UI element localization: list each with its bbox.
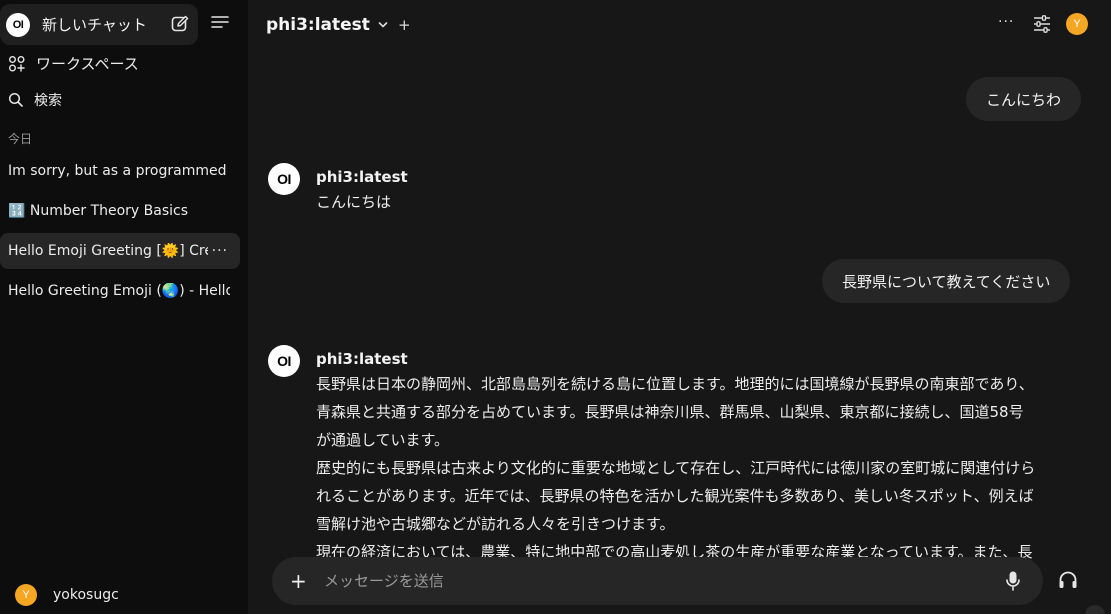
sidebar: OI 新しいチャット ワークスペース 検索 今日 Im sorry, but a… (0, 0, 248, 614)
user-message: 長野県について教えてください (822, 259, 1071, 303)
avatar: Y (15, 584, 37, 606)
assistant-avatar: OI (268, 163, 300, 195)
message-line: れることがあります。近年では、長野県の特色を活かした観光案件も多数あり、美しい冬… (316, 487, 1034, 505)
assistant-name: phi3:latest (316, 350, 408, 368)
user-name: yokosugc (53, 587, 119, 603)
sidebar-toggle-icon[interactable] (211, 15, 229, 29)
sidebar-item-label: ワークスペース (36, 55, 139, 73)
chat-item[interactable]: 🔢 Number Theory Basics (0, 193, 240, 229)
workspace-icon (9, 55, 25, 72)
sidebar-item-label: 検索 (34, 93, 62, 109)
model-name: phi3:latest (266, 15, 370, 35)
assistant-name: phi3:latest (316, 168, 408, 186)
message-text: 長野県について教えてください (842, 272, 1051, 291)
user-message: こんにちわ (966, 77, 1082, 121)
chat-title: Im sorry, but as a programmed te (8, 163, 230, 179)
more-options-icon[interactable]: ··· (998, 14, 1014, 30)
message-line: 歴史的にも長野県は古来より文化的に重要な地域として存在し、江戸時代には徳川家の室… (316, 459, 1036, 477)
chat-item[interactable]: Im sorry, but as a programmed te (0, 153, 240, 189)
microphone-icon[interactable] (1006, 571, 1020, 591)
new-chat-button[interactable]: OI 新しいチャット (0, 4, 198, 45)
message-line: 青森県と共通する部分を占めています。長野県は神奈川県、群馬県、山梨県、東京都に接… (316, 403, 1024, 421)
assistant-message: 長野県は日本の静岡州、北部島島列を続ける島に位置します。地理的には国境線が長野県… (316, 370, 1091, 566)
message-input[interactable] (324, 567, 984, 595)
chat-item[interactable]: Hello Greeting Emoji (🌏) - Hello ' (0, 273, 240, 309)
avatar[interactable]: Y (1066, 13, 1088, 35)
assistant-message: こんにちは (316, 193, 392, 211)
more-options-icon[interactable]: ··· (212, 243, 228, 259)
message-line: 雪解け池や古城郷などが訪れる人々を引きつけます。 (316, 515, 675, 533)
sidebar-item-search[interactable]: 検索 (8, 90, 62, 110)
openwebui-logo: OI (6, 12, 30, 37)
model-selector[interactable]: phi3:latest + (266, 15, 411, 35)
message-text: こんにちわ (986, 90, 1062, 109)
new-chat-label: 新しいチャット (42, 16, 147, 34)
chat-title: Hello Emoji Greeting [🌞] Cre (8, 243, 208, 259)
headphones-icon[interactable] (1058, 570, 1078, 590)
attach-plus-button[interactable]: + (290, 571, 307, 591)
scroll-to-bottom-button[interactable] (1085, 605, 1105, 614)
chat-item-active[interactable]: Hello Emoji Greeting [🌞] Cre ··· (0, 233, 240, 269)
edit-icon[interactable] (171, 15, 189, 33)
chevron-down-icon (378, 22, 388, 28)
chat-title: 🔢 Number Theory Basics (8, 203, 189, 219)
message-line: が通過しています。 (316, 431, 450, 449)
add-model-icon[interactable]: + (398, 16, 411, 34)
message-line: 長野県は日本の静岡州、北部島島列を続ける島に位置します。地理的には国境線が長野県… (316, 375, 1034, 393)
controls-sliders-icon[interactable] (1033, 15, 1051, 33)
user-menu[interactable]: Y yokosugc (8, 584, 119, 606)
section-today-label: 今日 (8, 132, 33, 146)
chat-title: Hello Greeting Emoji (🌏) - Hello ' (8, 283, 230, 299)
sidebar-item-workspace[interactable]: ワークスペース (8, 53, 139, 74)
assistant-avatar: OI (268, 345, 300, 377)
message-composer: + (272, 557, 1043, 605)
search-icon (8, 92, 23, 107)
